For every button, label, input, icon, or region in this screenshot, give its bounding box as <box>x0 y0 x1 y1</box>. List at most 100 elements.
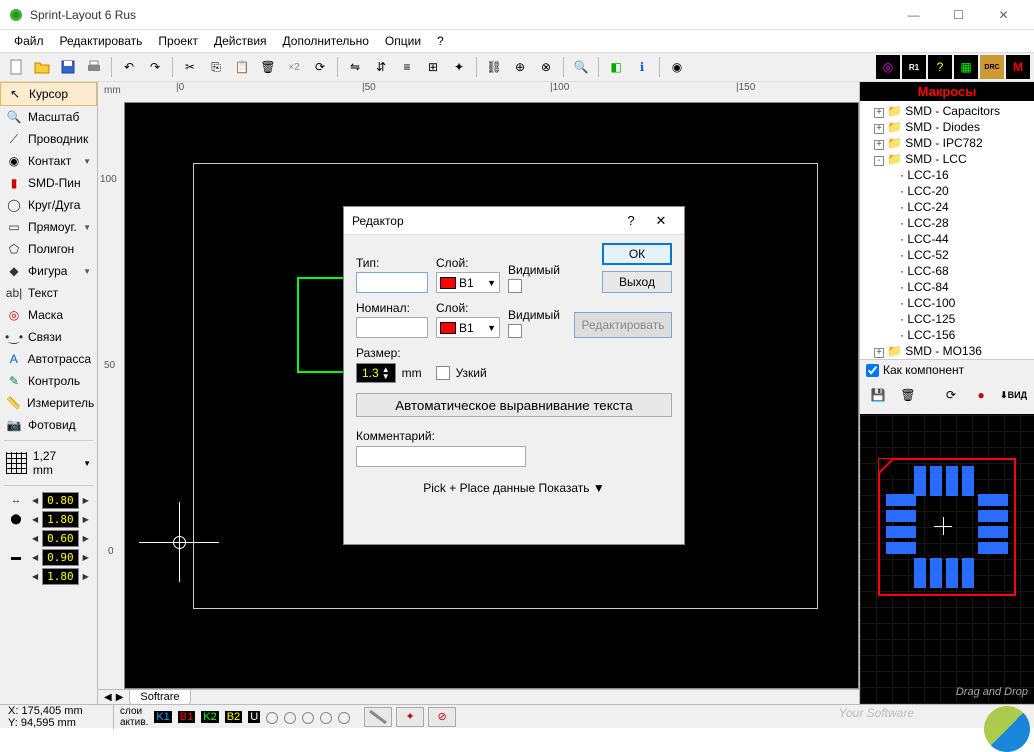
help2-icon[interactable]: ? <box>928 55 952 79</box>
cut-icon[interactable]: ✂ <box>178 55 202 79</box>
track-param-4[interactable]: ◀1.80▶ <box>4 568 93 585</box>
dialog-close-button[interactable]: ✕ <box>646 213 676 229</box>
macro-delete-icon[interactable]: 🗑 <box>896 383 920 407</box>
print-icon[interactable] <box>82 55 106 79</box>
status-mode3-icon[interactable]: ⊘ <box>428 707 456 727</box>
mirror-v-icon[interactable]: ⇵ <box>369 55 393 79</box>
tool-mask[interactable]: ◎Маска <box>0 304 97 326</box>
menu-actions[interactable]: Действия <box>206 32 275 50</box>
layer-radio-k2[interactable] <box>302 712 314 724</box>
align-icon[interactable]: ≡ <box>395 55 419 79</box>
undo-icon[interactable]: ↶ <box>117 55 141 79</box>
tool9-icon[interactable]: ◧ <box>604 55 628 79</box>
macro-leaf[interactable]: · LCC-100 <box>862 295 1032 311</box>
save-icon[interactable] <box>56 55 80 79</box>
macro-refresh-icon[interactable]: ⟳ <box>939 383 963 407</box>
paste-icon[interactable]: 📋 <box>230 55 254 79</box>
board-tab[interactable]: Softrare <box>129 690 190 705</box>
grid2-icon[interactable]: ▦ <box>954 55 978 79</box>
track-param-1[interactable]: ⬤◀1.80▶ <box>4 511 93 528</box>
nominal-layer-select[interactable]: B1▼ <box>436 317 500 338</box>
layer-selector[interactable]: K1 B1 K2 B2 U <box>154 711 260 723</box>
layer-radio-k1[interactable] <box>266 712 278 724</box>
exit-button[interactable]: Выход <box>602 271 672 293</box>
menu-extra[interactable]: Дополнительно <box>275 32 377 50</box>
layer-radio-b2[interactable] <box>320 712 332 724</box>
pickplace-toggle[interactable]: Pick + Place данные Показать ▼ <box>356 467 672 495</box>
type-input[interactable] <box>356 272 428 293</box>
tool5-icon[interactable]: ✦ <box>447 55 471 79</box>
tool-zoom[interactable]: 🔍Масштаб <box>0 106 97 128</box>
tool-track[interactable]: ⟋Проводник <box>0 128 97 150</box>
maximize-button[interactable]: ☐ <box>936 0 981 30</box>
type-visible-checkbox[interactable] <box>508 279 522 293</box>
tool-circle[interactable]: ◯Круг/Дуга <box>0 194 97 216</box>
snap-icon[interactable]: ⊞ <box>421 55 445 79</box>
tool-rect[interactable]: ▭Прямоуг.▼ <box>0 216 97 238</box>
macro-leaf[interactable]: · LCC-125 <box>862 311 1032 327</box>
tool-measure[interactable]: 📏Измеритель <box>0 392 97 414</box>
dialog-help-button[interactable]: ? <box>616 213 646 228</box>
tool8-icon[interactable]: ⊗ <box>534 55 558 79</box>
delete-icon[interactable]: 🗑 <box>256 55 280 79</box>
minimize-button[interactable]: — <box>891 0 936 30</box>
macro-leaf[interactable]: · LCC-44 <box>862 231 1032 247</box>
edit-button[interactable]: Редактировать <box>574 312 672 338</box>
tool-poly[interactable]: ⬠Полигон <box>0 238 97 260</box>
status-mode1-icon[interactable] <box>364 707 392 727</box>
tool-shape[interactable]: ◆Фигура▼ <box>0 260 97 282</box>
macro-leaf[interactable]: · LCC-68 <box>862 263 1032 279</box>
tool-pad[interactable]: ◉Контакт▼ <box>0 150 97 172</box>
grid-display[interactable]: 1,27 mm ▼ <box>0 445 97 481</box>
macro-leaf[interactable]: · LCC-84 <box>862 279 1032 295</box>
tool7-icon[interactable]: ⊕ <box>508 55 532 79</box>
macro-save-icon[interactable]: 💾 <box>866 383 890 407</box>
close-button[interactable]: ✕ <box>981 0 1026 30</box>
type-layer-select[interactable]: B1▼ <box>436 272 500 293</box>
mirror-h-icon[interactable]: ⇋ <box>343 55 367 79</box>
tool-cursor[interactable]: ↖Курсор <box>0 82 97 106</box>
tool10-icon[interactable]: ◉ <box>665 55 689 79</box>
menu-project[interactable]: Проект <box>150 32 206 50</box>
macro-leaf[interactable]: · LCC-24 <box>862 199 1032 215</box>
r1-icon[interactable]: R1 <box>902 55 926 79</box>
macro-preview[interactable]: Drag and Drop <box>860 414 1034 704</box>
tool-photo[interactable]: 📷Фотовид <box>0 414 97 436</box>
macro-leaf[interactable]: · LCC-20 <box>862 183 1032 199</box>
menu-help[interactable]: ? <box>429 32 452 50</box>
rec-icon[interactable]: ◎ <box>876 55 900 79</box>
duplicate-icon[interactable]: ×2 <box>282 55 306 79</box>
size-value-box[interactable]: 1.3▲▼ <box>356 363 396 383</box>
tool-check[interactable]: ✎Контроль <box>0 370 97 392</box>
info-icon[interactable]: ℹ <box>630 55 654 79</box>
rotate-icon[interactable]: ⟳ <box>308 55 332 79</box>
track-param-3[interactable]: ▬◀0.90▶ <box>4 549 93 566</box>
menu-file[interactable]: Файл <box>6 32 52 50</box>
macro-node[interactable]: -📁 SMD - LCC <box>862 151 1032 167</box>
menu-edit[interactable]: Редактировать <box>52 32 151 50</box>
menu-options[interactable]: Опции <box>377 32 429 50</box>
macro-tree[interactable]: +📁 SMD - Capacitors+📁 SMD - Diodes+📁 SMD… <box>860 101 1034 359</box>
open-icon[interactable] <box>30 55 54 79</box>
as-component-checkbox[interactable] <box>866 364 879 377</box>
new-icon[interactable] <box>4 55 28 79</box>
layer-radio-u[interactable] <box>338 712 350 724</box>
redo-icon[interactable]: ↷ <box>143 55 167 79</box>
macro-node[interactable]: +📁 SMD - MO136 <box>862 343 1032 359</box>
narrow-checkbox[interactable] <box>436 366 450 380</box>
macro-leaf[interactable]: · LCC-156 <box>862 327 1032 343</box>
nominal-visible-checkbox[interactable] <box>508 324 522 338</box>
track-param-2[interactable]: ◀0.60▶ <box>4 530 93 547</box>
copy-icon[interactable]: ⎘ <box>204 55 228 79</box>
macro-rec-icon[interactable]: ● <box>969 383 993 407</box>
zoom-icon[interactable]: 🔍 <box>569 55 593 79</box>
macro-leaf[interactable]: · LCC-52 <box>862 247 1032 263</box>
comment-input[interactable] <box>356 446 526 467</box>
tool-text[interactable]: ab|Текст <box>0 282 97 304</box>
auto-align-button[interactable]: Автоматическое выравнивание текста <box>356 393 672 417</box>
track-param-0[interactable]: ↔◀0.80▶ <box>4 492 93 509</box>
nominal-input[interactable] <box>356 317 428 338</box>
layer-radio-b1[interactable] <box>284 712 296 724</box>
m-icon[interactable]: М <box>1006 55 1030 79</box>
macro-leaf[interactable]: · LCC-28 <box>862 215 1032 231</box>
